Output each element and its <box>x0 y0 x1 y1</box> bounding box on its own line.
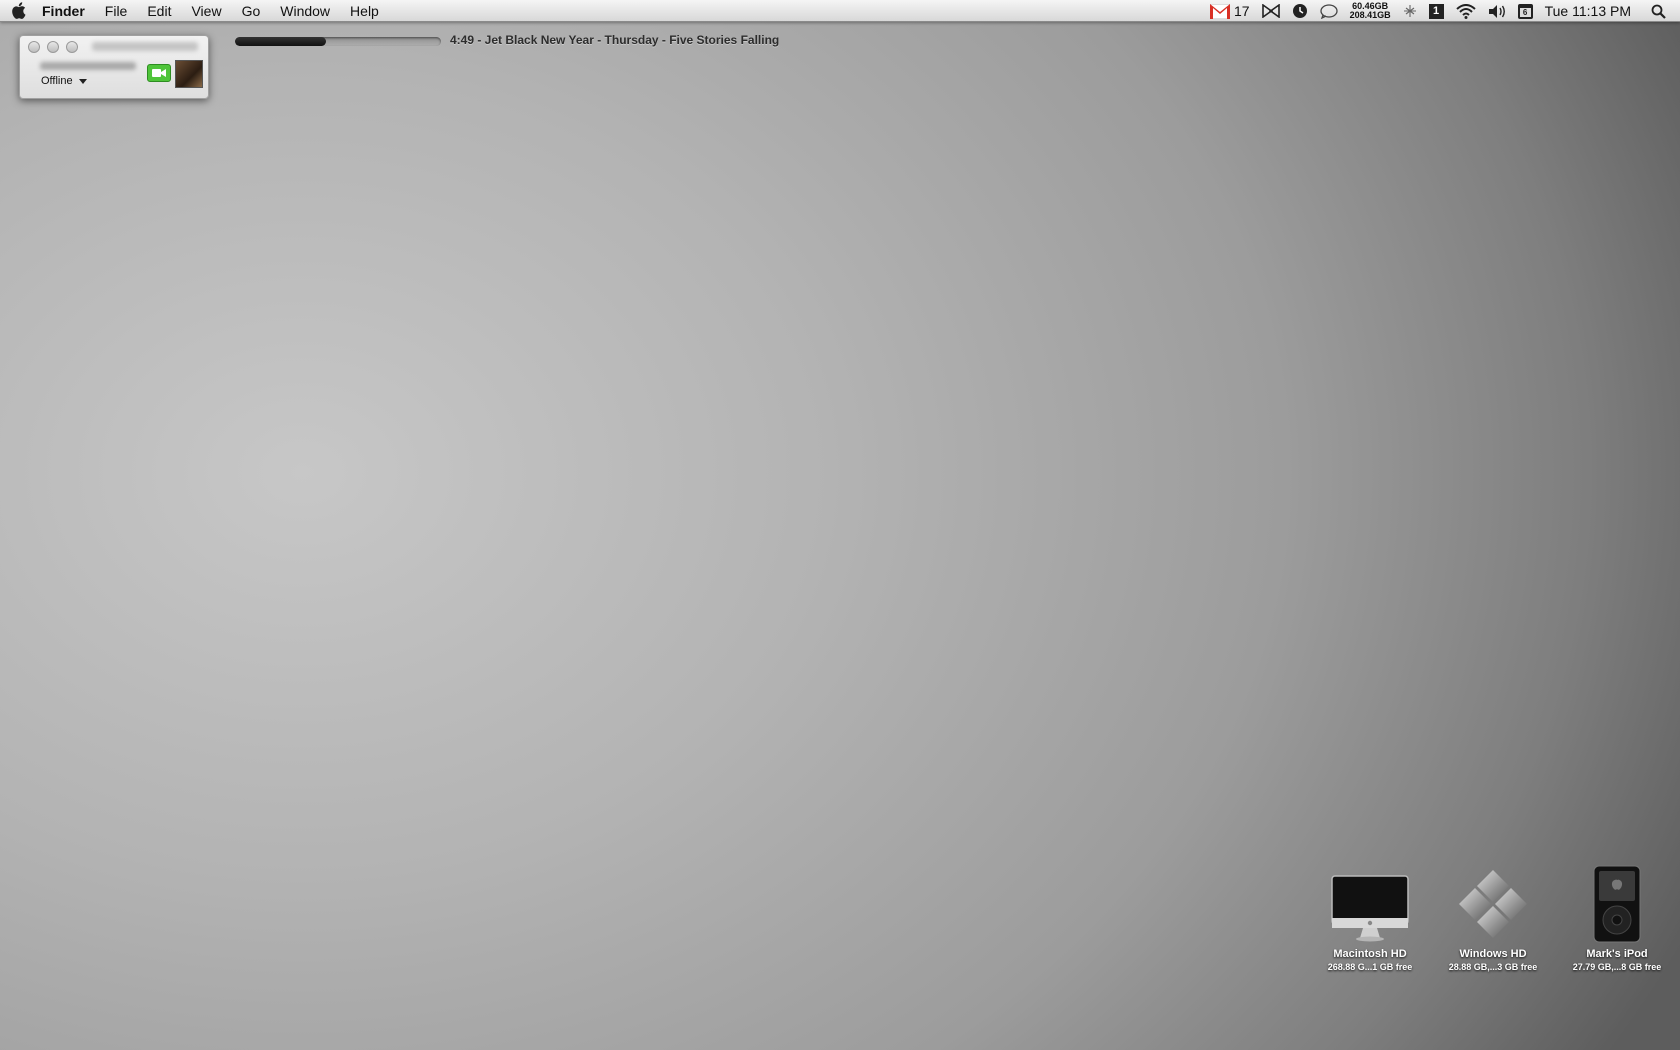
volume-icon[interactable] <box>1488 0 1506 22</box>
menu-left: Finder File Edit View Go Window Help <box>0 0 389 22</box>
minimize-button[interactable] <box>47 41 59 53</box>
menu-go[interactable]: Go <box>232 0 271 22</box>
menu-bar: Finder File Edit View Go Window Help 17 … <box>0 0 1680 22</box>
video-camera-icon[interactable] <box>147 64 171 82</box>
gmail-count: 17 <box>1234 3 1250 19</box>
disk-total: 208.41GB <box>1349 10 1391 20</box>
chat-buddy-window[interactable]: Offline <box>19 35 209 99</box>
zoom-button[interactable] <box>66 41 78 53</box>
app-menu-finder[interactable]: Finder <box>36 0 95 22</box>
calendar-day: 6 <box>1519 7 1531 17</box>
menu-window[interactable]: Window <box>270 0 340 22</box>
now-playing-track: 4:49 - Jet Black New Year - Thursday - F… <box>450 33 780 47</box>
gmail-icon <box>1210 3 1230 19</box>
avatar[interactable] <box>175 60 203 88</box>
wifi-icon[interactable] <box>1455 0 1476 22</box>
ipod-icon <box>1575 860 1659 944</box>
icon-info: 268.88 G...1 GB free <box>1327 962 1413 972</box>
progress-fill <box>235 37 326 46</box>
now-playing-progress-bar[interactable] <box>235 37 441 46</box>
calendar-menu[interactable]: 6 <box>1517 0 1533 22</box>
blurred-window-title <box>92 42 198 51</box>
chevron-down-icon <box>78 78 87 84</box>
gmail-notifier[interactable]: 17 <box>1210 0 1250 22</box>
window-controls <box>28 41 78 53</box>
imac-icon <box>1328 860 1412 944</box>
disk-usage-indicator[interactable]: 60.46GB 208.41GB <box>1350 0 1391 22</box>
blurred-account-name <box>40 62 136 70</box>
status-dropdown[interactable]: Offline <box>41 75 87 87</box>
windows-drive-icon <box>1451 860 1535 944</box>
close-button[interactable] <box>28 41 40 53</box>
icon-label: Macintosh HD <box>1333 948 1407 960</box>
spaces-menu[interactable]: 1 <box>1428 0 1444 22</box>
desktop-icon-windows-hd[interactable]: Windows HD 28.88 GB,...3 GB free <box>1433 860 1553 972</box>
bowtie-icon[interactable] <box>1261 0 1280 22</box>
menu-view[interactable]: View <box>181 0 231 22</box>
icon-info: 27.79 GB,...8 GB free <box>1572 962 1662 972</box>
status-label: Offline <box>41 75 73 87</box>
icon-info: 28.88 GB,...3 GB free <box>1448 962 1538 972</box>
time-machine-icon[interactable] <box>1292 0 1308 22</box>
menu-file[interactable]: File <box>95 0 138 22</box>
status-menus: 17 60.46GB 208.41GB 1 6 Tue 11:13 PM <box>1204 0 1680 22</box>
desktop-icon-ipod[interactable]: Mark's iPod 27.79 GB,...8 GB free <box>1557 860 1677 972</box>
bluetooth-icon[interactable] <box>1403 0 1417 22</box>
menu-edit[interactable]: Edit <box>137 0 181 22</box>
icon-label: Mark's iPod <box>1586 948 1648 960</box>
spaces-number: 1 <box>1428 3 1444 19</box>
desktop-icon-macintosh-hd[interactable]: Macintosh HD 268.88 G...1 GB free <box>1310 860 1430 972</box>
spotlight-search-icon[interactable] <box>1651 0 1666 22</box>
icon-label: Windows HD <box>1459 948 1527 960</box>
apple-menu-icon[interactable] <box>0 0 36 22</box>
ichat-status-icon[interactable] <box>1319 0 1338 22</box>
menu-help[interactable]: Help <box>340 0 389 22</box>
menubar-clock[interactable]: Tue 11:13 PM <box>1545 0 1631 22</box>
